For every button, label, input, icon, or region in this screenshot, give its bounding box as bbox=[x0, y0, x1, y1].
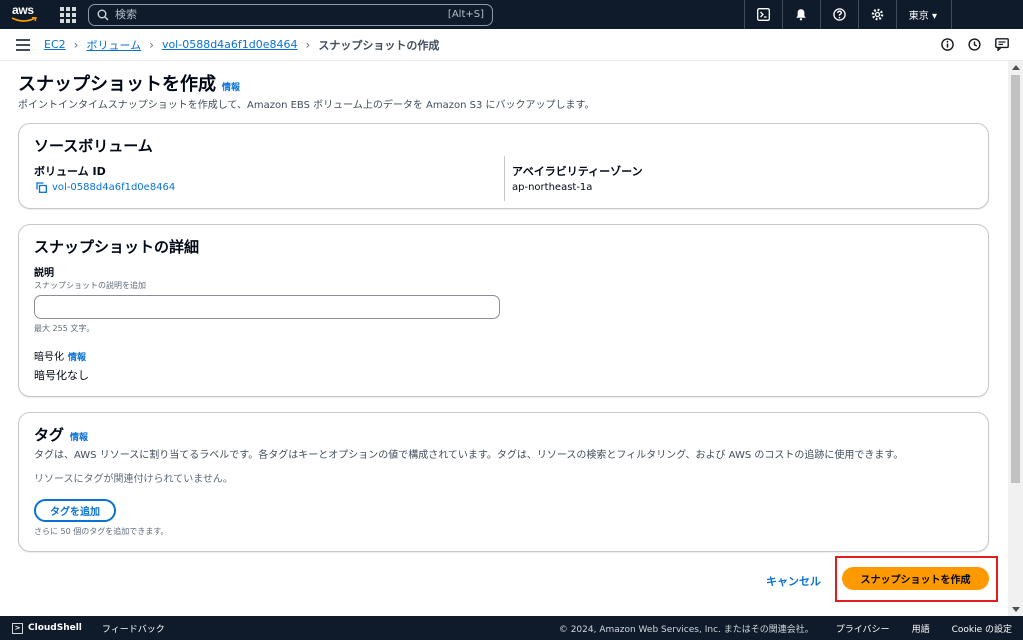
info-link[interactable]: 情報 bbox=[222, 80, 240, 93]
breadcrumb-bar: EC2 › ボリューム › vol-0588d4a6f1d0e8464 › スナ… bbox=[0, 29, 1023, 61]
search-shortcut: [Alt+S] bbox=[447, 9, 484, 20]
scrollbar-thumb[interactable] bbox=[1011, 75, 1020, 483]
bell-icon[interactable] bbox=[781, 0, 820, 29]
volume-id-link[interactable]: vol-0588d4a6f1d0e8464 bbox=[52, 182, 175, 193]
cookie-settings-link[interactable]: Cookie の設定 bbox=[952, 622, 1012, 635]
menu-icon[interactable] bbox=[16, 38, 30, 51]
info-panel-icon[interactable] bbox=[941, 38, 954, 51]
divider bbox=[504, 156, 505, 201]
tags-info-link[interactable]: 情報 bbox=[70, 430, 88, 443]
source-volume-card: ソースボリューム ボリューム ID vol-0588d4a6f1d0e8464 … bbox=[18, 123, 989, 209]
breadcrumb-current: スナップショットの作成 bbox=[318, 38, 440, 52]
help-icon[interactable] bbox=[819, 0, 858, 29]
snapshot-details-card: スナップショットの詳細 説明 スナップショットの説明を追加 最大 255 文字。… bbox=[18, 224, 989, 397]
cloudshell-icon[interactable] bbox=[743, 0, 782, 29]
volume-id-field: ボリューム ID vol-0588d4a6f1d0e8464 bbox=[34, 163, 175, 193]
source-volume-heading: ソースボリューム bbox=[34, 137, 153, 155]
cloudshell-link[interactable]: > CloudShell bbox=[12, 622, 82, 634]
chevron-right-icon: › bbox=[149, 37, 154, 52]
region-selector[interactable]: 東京 ▾ bbox=[895, 0, 951, 29]
add-tag-button[interactable]: タグを追加 bbox=[34, 499, 116, 522]
cancel-button[interactable]: キャンセル bbox=[760, 569, 827, 593]
page-title: スナップショットを作成 情報 bbox=[18, 74, 241, 95]
description-constraint: 最大 255 文字。 bbox=[34, 324, 95, 333]
feedback-link[interactable]: フィードバック bbox=[102, 622, 165, 635]
tags-heading: タグ bbox=[34, 426, 65, 444]
history-icon[interactable] bbox=[968, 38, 981, 51]
create-snapshot-button[interactable]: スナップショットを作成 bbox=[842, 567, 989, 590]
encryption-info-link[interactable]: 情報 bbox=[68, 350, 86, 363]
scroll-up-arrow-icon[interactable] bbox=[1012, 65, 1020, 70]
az-label: アベイラビリティーゾーン bbox=[512, 165, 643, 178]
tags-empty-message: リソースにタグが関連付けられていません。 bbox=[34, 474, 233, 485]
gear-icon[interactable] bbox=[857, 0, 896, 29]
tags-heading-row: タグ 情報 bbox=[34, 424, 88, 445]
main-content: スナップショットを作成 情報 ポイントインタイムスナップショットを作成して、Am… bbox=[0, 61, 1008, 616]
encryption-value: 暗号化なし bbox=[34, 369, 89, 382]
page-description: ポイントインタイムスナップショットを作成して、Amazon EBS ボリューム上… bbox=[18, 100, 595, 111]
top-nav: aws [Alt+S] 東京 ▾ bbox=[0, 0, 1023, 29]
chevron-right-icon: › bbox=[73, 37, 79, 52]
services-menu-icon[interactable] bbox=[60, 6, 76, 23]
description-input[interactable] bbox=[34, 295, 500, 319]
volume-id-label: ボリューム ID bbox=[34, 165, 106, 178]
terminal-icon: > bbox=[12, 622, 23, 634]
encryption-label-row: 暗号化 情報 bbox=[34, 348, 86, 363]
footer: > CloudShell フィードバック © 2024, Amazon Web … bbox=[0, 616, 1023, 640]
description-label: 説明 bbox=[34, 268, 54, 279]
tags-remaining: さらに 50 個のタグを追加できます。 bbox=[34, 527, 169, 536]
scroll-down-arrow-icon[interactable] bbox=[1012, 607, 1020, 612]
privacy-link[interactable]: プライバシー bbox=[836, 622, 890, 635]
search-input[interactable] bbox=[115, 8, 448, 21]
account-menu[interactable] bbox=[951, 0, 1023, 29]
chevron-right-icon: › bbox=[305, 37, 311, 52]
breadcrumb-ec2[interactable]: EC2 bbox=[44, 38, 66, 51]
az-field: アベイラビリティーゾーン ap-northeast-1a bbox=[512, 163, 643, 193]
tags-description: タグは、AWS リソースに割り当てるラベルです。各タグはキーとオプションの値で構… bbox=[34, 450, 904, 461]
scrollbar[interactable] bbox=[1008, 61, 1023, 616]
feedback-icon[interactable] bbox=[995, 38, 1009, 51]
breadcrumb-volume-id[interactable]: vol-0588d4a6f1d0e8464 bbox=[162, 38, 298, 51]
snapshot-details-heading: スナップショットの詳細 bbox=[34, 238, 200, 256]
aws-logo[interactable]: aws bbox=[8, 0, 48, 29]
copy-icon[interactable] bbox=[36, 182, 47, 193]
breadcrumb-volumes[interactable]: ボリューム bbox=[86, 37, 141, 53]
tags-card: タグ 情報 タグは、AWS リソースに割り当てるラベルです。各タグはキーとオプシ… bbox=[18, 412, 989, 552]
breadcrumb: EC2 › ボリューム › vol-0588d4a6f1d0e8464 › スナ… bbox=[44, 37, 439, 53]
search-icon bbox=[97, 9, 109, 21]
description-hint: スナップショットの説明を追加 bbox=[34, 281, 146, 290]
terms-link[interactable]: 用語 bbox=[912, 622, 930, 635]
encryption-label: 暗号化 bbox=[34, 352, 64, 363]
copyright: © 2024, Amazon Web Services, Inc. またはその関… bbox=[558, 624, 814, 635]
az-value: ap-northeast-1a bbox=[512, 182, 593, 193]
search-box[interactable]: [Alt+S] bbox=[88, 3, 493, 26]
